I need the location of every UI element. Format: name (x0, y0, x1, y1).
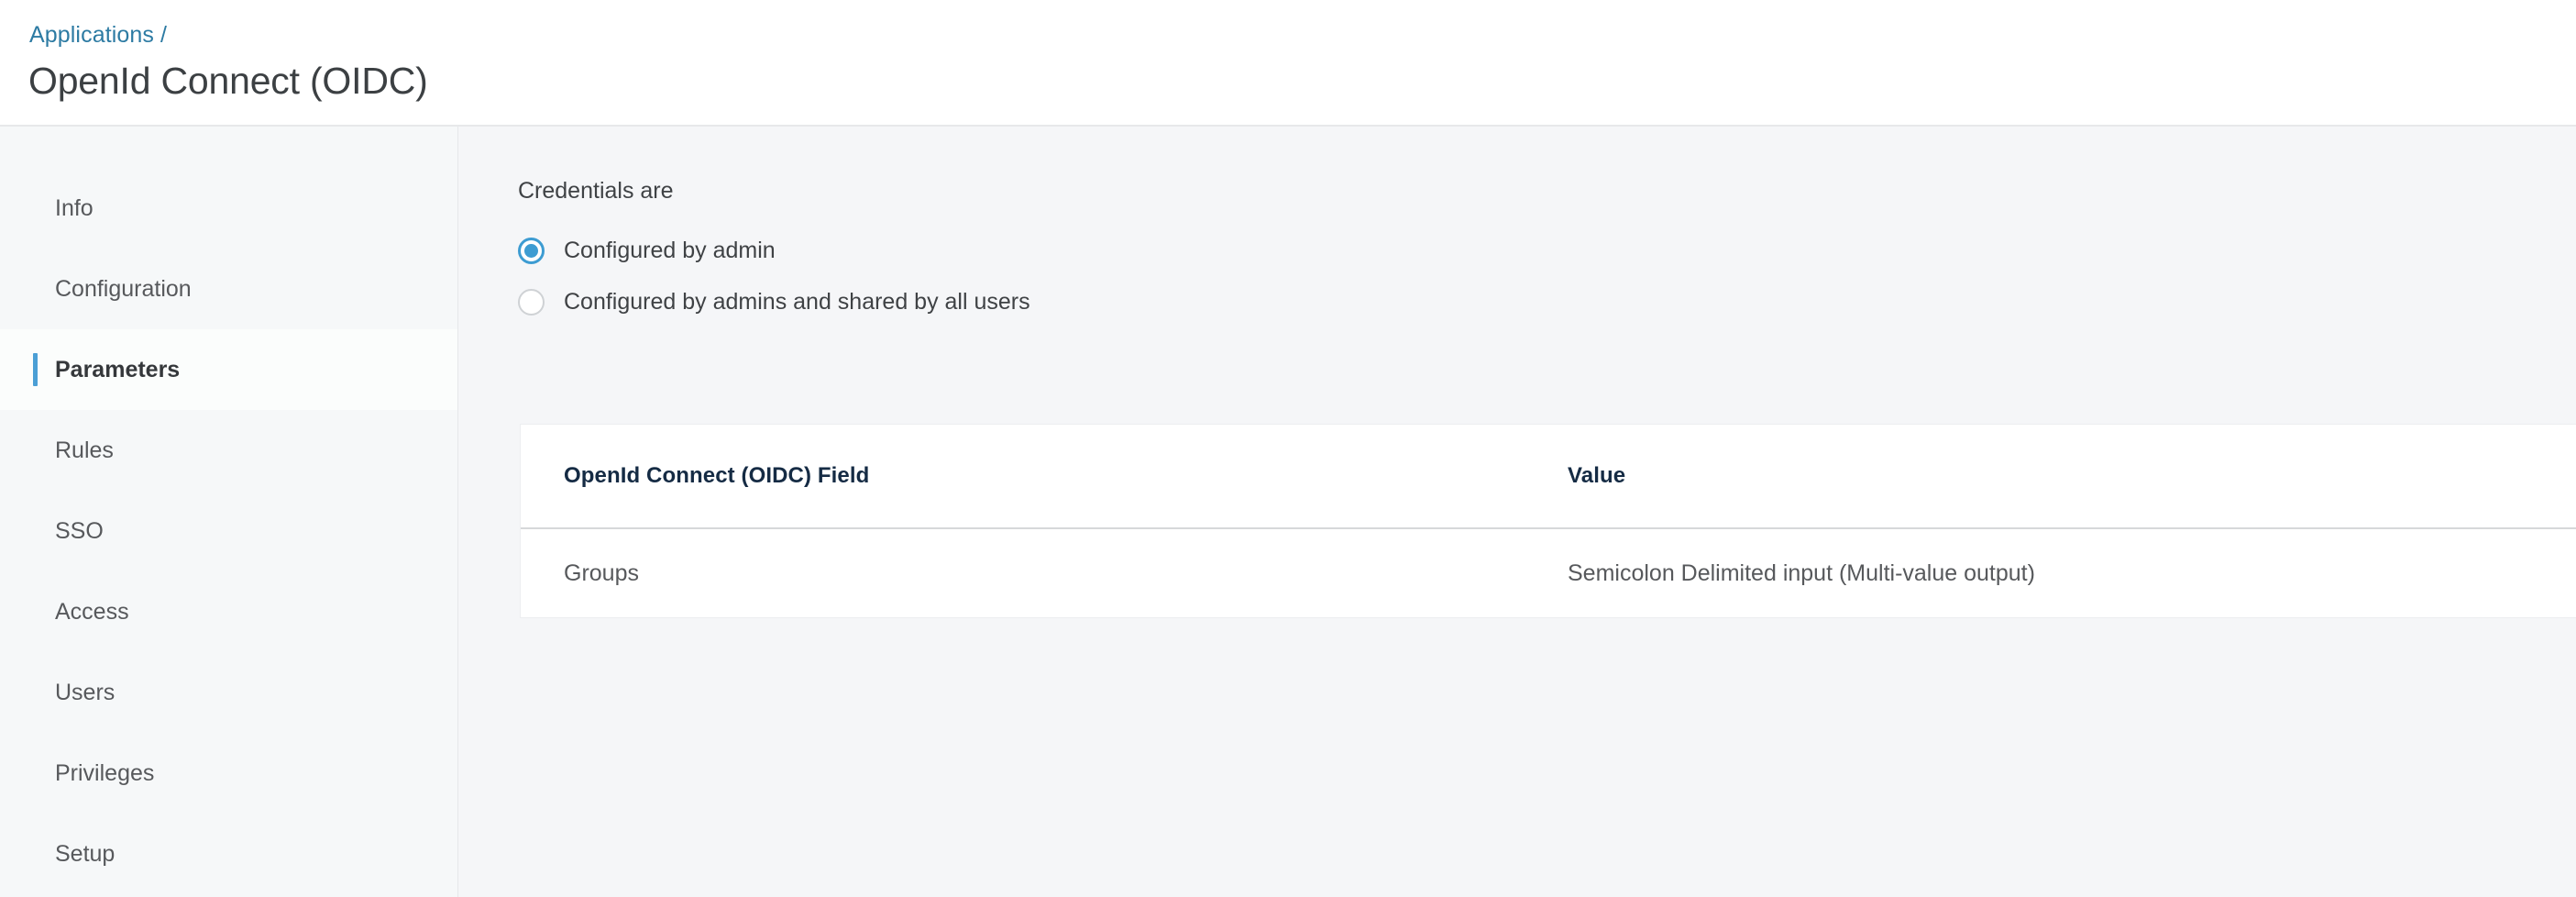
page-header: Applications / OpenId Connect (OIDC) (0, 0, 2576, 127)
sidebar-item-rules[interactable]: Rules (0, 410, 457, 491)
radio-option-configured-by-admin[interactable]: Configured by admin (518, 230, 776, 271)
column-header-value: Value (1568, 463, 1626, 488)
radio-option-label: Configured by admin (564, 238, 776, 263)
radio-option-configured-shared[interactable]: Configured by admins and shared by all u… (518, 282, 1030, 322)
sidebar-item-label: SSO (55, 518, 104, 544)
radio-button-unselected[interactable] (518, 288, 545, 316)
application-window: Applications / OpenId Connect (OIDC) Inf… (0, 0, 2576, 897)
table-header-row: OpenId Connect (OIDC) Field Value (521, 425, 2576, 529)
sidebar-item-info[interactable]: Info (0, 168, 457, 249)
radio-button-selected[interactable] (518, 237, 545, 264)
sidebar-item-configuration[interactable]: Configuration (0, 249, 457, 329)
breadcrumb[interactable]: Applications / (29, 20, 167, 50)
main-content: Credentials are Configured by admin Conf… (459, 127, 2576, 897)
sidebar-item-label: Rules (55, 437, 114, 463)
sidebar-item-access[interactable]: Access (0, 571, 457, 652)
column-header-field: OpenId Connect (OIDC) Field (564, 463, 870, 488)
sidebar-item-label: Info (55, 195, 94, 221)
sidebar-item-parameters[interactable]: Parameters (0, 329, 457, 410)
sidebar-item-users[interactable]: Users (0, 652, 457, 733)
sidebar-item-label: Configuration (55, 276, 192, 302)
sidebar-item-label: Parameters (55, 357, 181, 382)
credentials-are-label: Credentials are (518, 178, 674, 204)
sidebar-item-sso[interactable]: SSO (0, 491, 457, 571)
sidebar-item-label: Users (55, 680, 116, 705)
radio-option-label: Configured by admins and shared by all u… (564, 289, 1030, 315)
cell-field: Groups (564, 559, 639, 586)
cell-value: Semicolon Delimited input (Multi-value o… (1568, 559, 2035, 586)
parameters-table: OpenId Connect (OIDC) Field Value Groups… (520, 424, 2576, 618)
sidebar-nav: Info Configuration Parameters Rules SSO … (0, 127, 458, 897)
sidebar-item-setup[interactable]: Setup (0, 814, 457, 894)
page-title: OpenId Connect (OIDC) (28, 60, 428, 102)
sidebar-item-label: Access (55, 599, 129, 625)
active-indicator-bar (33, 353, 38, 386)
sidebar-item-label: Privileges (55, 760, 155, 786)
table-row[interactable]: Groups Semicolon Delimited input (Multi-… (521, 529, 2576, 617)
sidebar-item-privileges[interactable]: Privileges (0, 733, 457, 814)
sidebar-item-label: Setup (55, 841, 116, 867)
